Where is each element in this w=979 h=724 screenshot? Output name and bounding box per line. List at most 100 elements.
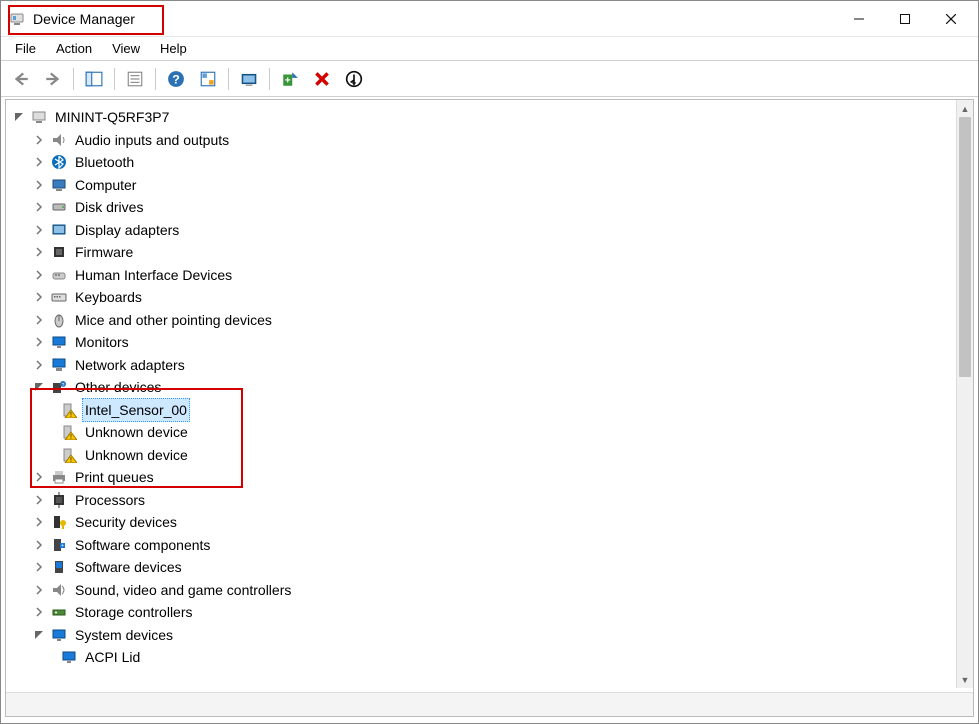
expand-icon[interactable] xyxy=(32,493,46,507)
scroll-down-button[interactable]: ▼ xyxy=(957,671,973,688)
show-hide-tree-button[interactable] xyxy=(80,65,108,93)
expand-icon[interactable] xyxy=(32,155,46,169)
expand-icon[interactable] xyxy=(32,335,46,349)
tree-category-audio[interactable]: Audio inputs and outputs xyxy=(12,129,955,152)
toolbar-separator xyxy=(228,68,229,90)
update-button[interactable] xyxy=(235,65,263,93)
computer-icon xyxy=(30,108,48,126)
tree-category-computer[interactable]: Computer xyxy=(12,174,955,197)
expand-icon[interactable] xyxy=(32,290,46,304)
device-tree[interactable]: MININT-Q5RF3P7 Audio inputs and outputs … xyxy=(6,100,955,688)
tree-category-monitors[interactable]: Monitors xyxy=(12,331,955,354)
tree-item-label: Intel_Sensor_00 xyxy=(82,398,190,422)
expand-icon[interactable] xyxy=(32,268,46,282)
tree-category-firmware[interactable]: Firmware xyxy=(12,241,955,264)
expand-icon[interactable] xyxy=(32,245,46,259)
expand-icon[interactable] xyxy=(32,200,46,214)
tree-item-unknown-1[interactable]: ! Unknown device xyxy=(12,421,955,444)
expand-icon[interactable] xyxy=(32,538,46,552)
menu-bar: File Action View Help xyxy=(1,37,978,61)
tree-item-label: Software components xyxy=(72,534,213,556)
remove-button[interactable] xyxy=(308,65,336,93)
scrollbar-track[interactable] xyxy=(957,117,973,671)
disk-icon xyxy=(50,198,68,216)
tree-item-label: Unknown device xyxy=(82,421,191,443)
expand-icon[interactable] xyxy=(32,358,46,372)
maximize-button[interactable] xyxy=(882,4,928,34)
svg-text:+: + xyxy=(285,75,291,86)
vertical-scrollbar[interactable]: ▲ ▼ xyxy=(956,100,973,688)
back-button[interactable] xyxy=(7,65,35,93)
tree-category-sound[interactable]: Sound, video and game controllers xyxy=(12,579,955,602)
help-button[interactable]: ? xyxy=(162,65,190,93)
network-icon xyxy=(50,356,68,374)
window-title: Device Manager xyxy=(33,11,135,27)
content-pane: MININT-Q5RF3P7 Audio inputs and outputs … xyxy=(5,99,974,717)
scan-button[interactable] xyxy=(194,65,222,93)
svg-text:!: ! xyxy=(70,434,72,440)
scrollbar-thumb[interactable] xyxy=(959,117,971,377)
tree-category-bluetooth[interactable]: Bluetooth xyxy=(12,151,955,174)
tree-item-intel-sensor[interactable]: ! Intel_Sensor_00 xyxy=(12,399,955,422)
tree-category-security[interactable]: Security devices xyxy=(12,511,955,534)
properties-button[interactable] xyxy=(121,65,149,93)
tree-category-mice[interactable]: Mice and other pointing devices xyxy=(12,309,955,332)
tree-category-keyboards[interactable]: Keyboards xyxy=(12,286,955,309)
tree-root[interactable]: MININT-Q5RF3P7 xyxy=(12,106,955,129)
svg-text:?: ? xyxy=(62,383,65,389)
tree-item-label: ACPI Lid xyxy=(82,646,143,668)
toolbar-separator xyxy=(114,68,115,90)
expand-icon[interactable] xyxy=(32,133,46,147)
expand-icon[interactable] xyxy=(32,560,46,574)
forward-button[interactable] xyxy=(39,65,67,93)
expand-icon[interactable] xyxy=(32,605,46,619)
menu-file[interactable]: File xyxy=(5,39,46,58)
cpu-icon xyxy=(50,491,68,509)
tree-item-label: Keyboards xyxy=(72,286,145,308)
minimize-button[interactable] xyxy=(836,4,882,34)
tree-item-label: Bluetooth xyxy=(72,151,137,173)
tree-category-storage[interactable]: Storage controllers xyxy=(12,601,955,624)
tree-item-label: Human Interface Devices xyxy=(72,264,235,286)
tree-category-disk[interactable]: Disk drives xyxy=(12,196,955,219)
svg-text:!: ! xyxy=(70,457,72,463)
expand-icon[interactable] xyxy=(32,223,46,237)
tree-category-display[interactable]: Display adapters xyxy=(12,219,955,242)
unknown-device-warning-icon: ! xyxy=(60,423,78,441)
devices-button[interactable] xyxy=(340,65,368,93)
title-bar: Device Manager xyxy=(1,1,978,37)
add-button[interactable]: + xyxy=(276,65,304,93)
collapse-icon[interactable] xyxy=(32,628,46,642)
close-button[interactable] xyxy=(928,4,974,34)
expand-icon[interactable] xyxy=(32,515,46,529)
unknown-device-warning-icon: ! xyxy=(60,401,78,419)
display-icon xyxy=(50,221,68,239)
tree-category-hid[interactable]: Human Interface Devices xyxy=(12,264,955,287)
tree-category-swcomponents[interactable]: + Software components xyxy=(12,534,955,557)
tree-item-label: Firmware xyxy=(72,241,136,263)
menu-view[interactable]: View xyxy=(102,39,150,58)
expand-icon[interactable] xyxy=(32,178,46,192)
firmware-icon xyxy=(50,243,68,261)
tree-category-other[interactable]: ? Other devices xyxy=(12,376,955,399)
software-component-icon: + xyxy=(50,536,68,554)
menu-help[interactable]: Help xyxy=(150,39,197,58)
tree-category-processors[interactable]: Processors xyxy=(12,489,955,512)
tree-item-acpi-lid[interactable]: ACPI Lid xyxy=(12,646,955,669)
toolbar-separator xyxy=(269,68,270,90)
expand-collapse-icon[interactable] xyxy=(12,110,26,124)
tree-category-network[interactable]: Network adapters xyxy=(12,354,955,377)
menu-action[interactable]: Action xyxy=(46,39,102,58)
expand-icon[interactable] xyxy=(32,470,46,484)
tree-category-system[interactable]: System devices xyxy=(12,624,955,647)
tree-category-swdevices[interactable]: Software devices xyxy=(12,556,955,579)
expand-icon[interactable] xyxy=(32,583,46,597)
tree-category-printqueues[interactable]: Print queues xyxy=(12,466,955,489)
status-bar xyxy=(6,692,973,716)
tree-item-label: Software devices xyxy=(72,556,185,578)
scroll-up-button[interactable]: ▲ xyxy=(957,100,973,117)
system-icon xyxy=(50,626,68,644)
expand-icon[interactable] xyxy=(32,313,46,327)
tree-item-unknown-2[interactable]: ! Unknown device xyxy=(12,444,955,467)
collapse-icon[interactable] xyxy=(32,380,46,394)
